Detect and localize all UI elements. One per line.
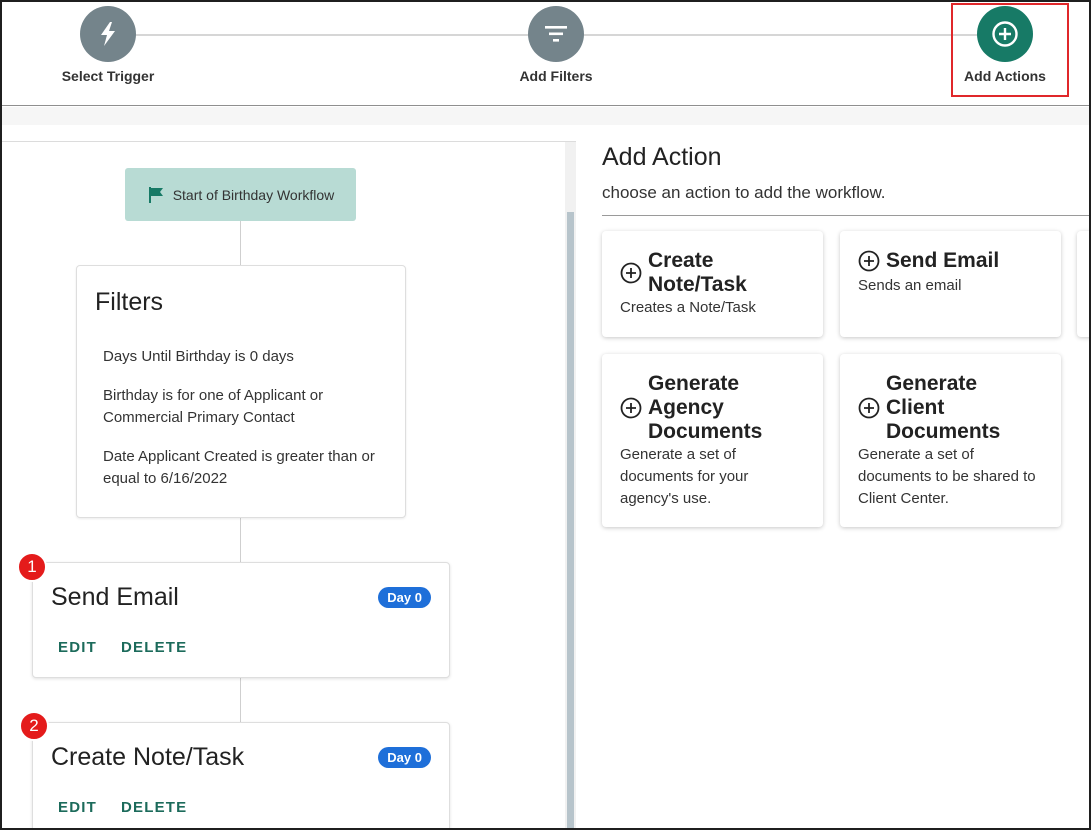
filter-icon <box>528 6 584 62</box>
step-add-filters[interactable]: Add Filters <box>476 6 636 84</box>
option-generate-agency-documents[interactable]: Generate Agency Documents Generate a set… <box>602 354 823 527</box>
plus-circle-icon <box>858 250 880 272</box>
workflow-action-card[interactable]: Create Note/Task Day 0 EDIT DELETE <box>32 722 450 828</box>
option-generate-client-documents[interactable]: Generate Client Documents Generate a set… <box>840 354 1061 527</box>
start-node-label: Start of Birthday Workflow <box>172 186 335 203</box>
add-action-title: Add Action <box>602 143 722 171</box>
start-workflow-node[interactable]: Start of Birthday Workflow <box>125 168 356 221</box>
action-title: Create Note/Task <box>51 743 245 771</box>
filters-title: Filters <box>95 288 164 316</box>
flag-icon <box>148 186 163 203</box>
plus-circle-icon <box>620 397 642 419</box>
edit-button[interactable]: EDIT <box>58 799 97 816</box>
connector-line <box>240 678 241 722</box>
step-select-trigger[interactable]: Select Trigger <box>28 6 188 84</box>
add-action-subtitle: choose an action to add the workflow. <box>602 183 886 202</box>
delete-button[interactable]: DELETE <box>121 799 187 816</box>
workflow-canvas: Start of Birthday Workflow Filters Days … <box>2 141 576 828</box>
option-description: Creates a Note/Task <box>620 299 756 316</box>
filter-item: Date Applicant Created is greater than o… <box>103 448 375 487</box>
workflow-action-card[interactable]: Send Email Day 0 EDIT DELETE <box>32 562 450 678</box>
filters-card[interactable]: Filters Days Until Birthday is 0 days Bi… <box>76 265 406 518</box>
scrollbar-thumb[interactable] <box>567 212 574 828</box>
option-title: Generate Agency Documents <box>648 372 763 443</box>
step-label: Add Filters <box>519 68 593 84</box>
divider <box>602 215 1089 216</box>
step-number-badge: 2 <box>19 711 49 741</box>
delete-button[interactable]: DELETE <box>121 639 187 656</box>
connector-line <box>240 518 241 562</box>
annotation-highlight-box <box>951 3 1069 97</box>
add-action-panel: Add Action choose an action to add the w… <box>577 125 1089 828</box>
plus-circle-icon <box>620 262 642 284</box>
option-description: Generate a set of documents to be shared… <box>858 446 1036 507</box>
edit-button[interactable]: EDIT <box>58 639 97 656</box>
day-badge: Day 0 <box>378 587 431 608</box>
connector-line <box>240 221 241 265</box>
option-title: Send Email <box>886 249 1000 272</box>
step-number-badge: 1 <box>17 552 47 582</box>
filter-item: Birthday is for one of Applicant or Comm… <box>103 387 324 426</box>
option-title: Generate Client Documents <box>886 372 1001 443</box>
step-label: Select Trigger <box>61 68 155 84</box>
action-title: Send Email <box>51 583 179 611</box>
lightning-bolt-icon <box>80 6 136 62</box>
option-send-email[interactable]: Send Email Sends an email <box>840 231 1061 337</box>
header-spacer <box>2 107 1089 125</box>
option-description: Generate a set of documents for your age… <box>620 446 749 507</box>
plus-circle-icon <box>858 397 880 419</box>
option-description: Sends an email <box>858 277 962 294</box>
app-frame: Select Trigger Add Filters Add Actions S… <box>0 0 1091 830</box>
option-card-clipped[interactable] <box>1077 231 1089 337</box>
filter-item: Days Until Birthday is 0 days <box>103 348 294 365</box>
option-create-note-task[interactable]: Create Note/Task Creates a Note/Task <box>602 231 823 337</box>
option-title: Create Note/Task <box>648 249 747 296</box>
day-badge: Day 0 <box>378 747 431 768</box>
workflow-stepper: Select Trigger Add Filters Add Actions <box>2 2 1089 106</box>
